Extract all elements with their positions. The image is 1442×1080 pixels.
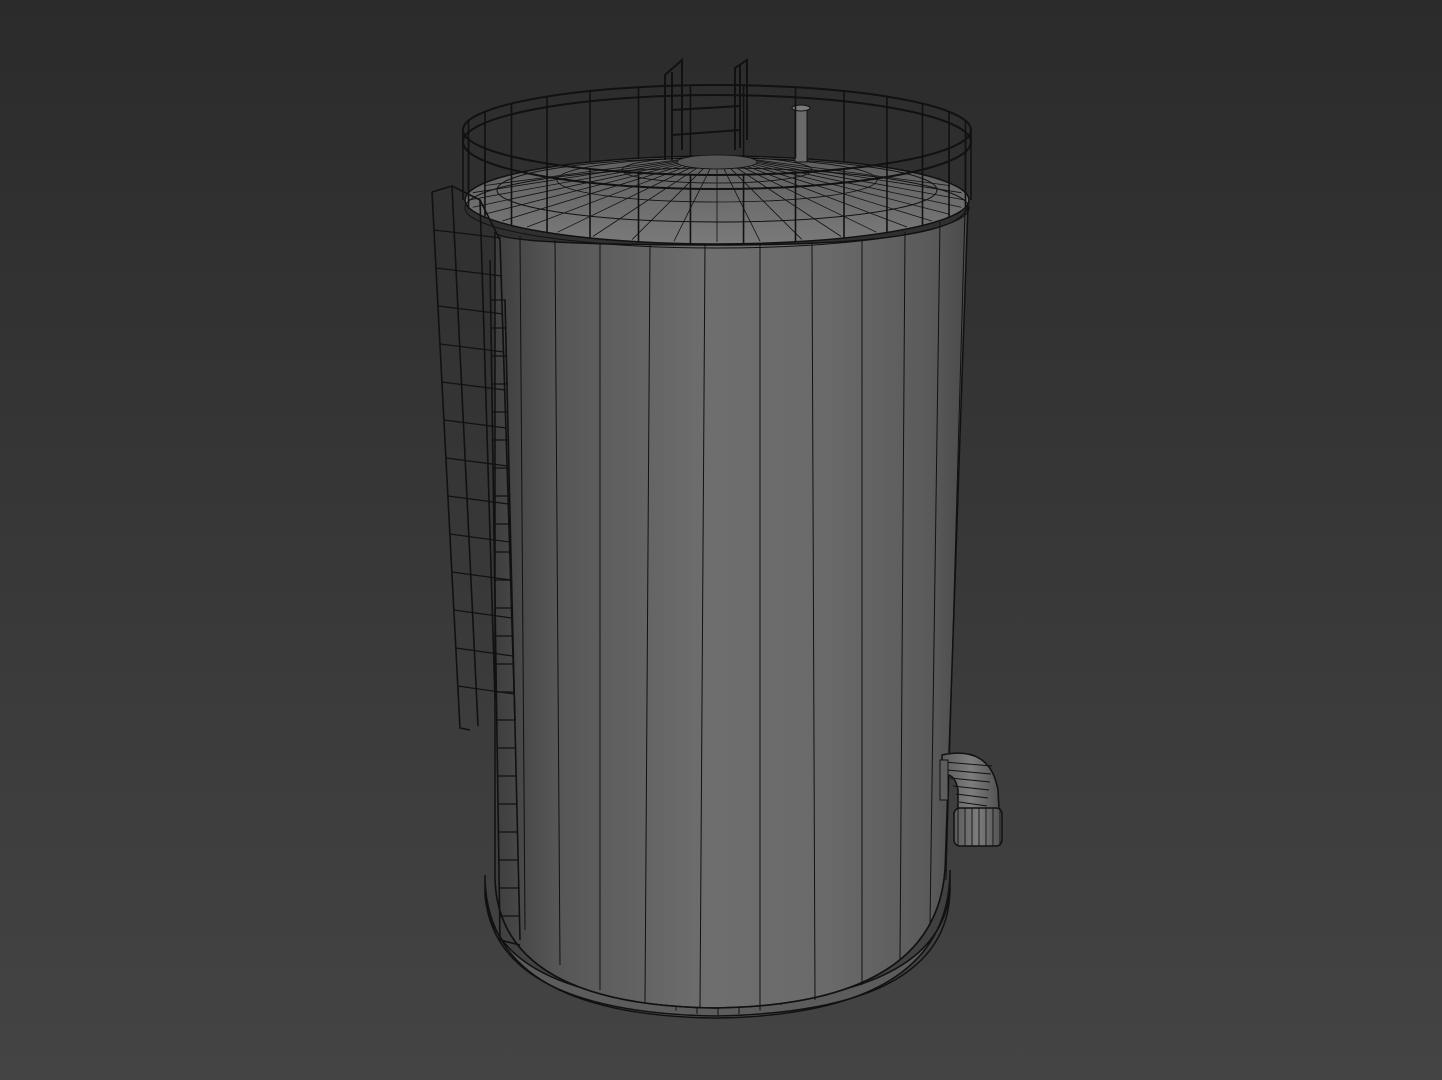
outlet-pipe-elbow	[939, 752, 1003, 847]
ladder-cage-hoop	[433, 229, 502, 239]
tank-wireframe-render	[431, 57, 1003, 1019]
tank-shell	[494, 204, 969, 1009]
ladder-cage-hoop	[435, 267, 503, 277]
ladder-cage-hoop	[437, 305, 504, 315]
ladder-top-rails	[664, 57, 748, 160]
3d-viewport[interactable]	[0, 0, 1442, 1080]
roof	[464, 154, 970, 249]
